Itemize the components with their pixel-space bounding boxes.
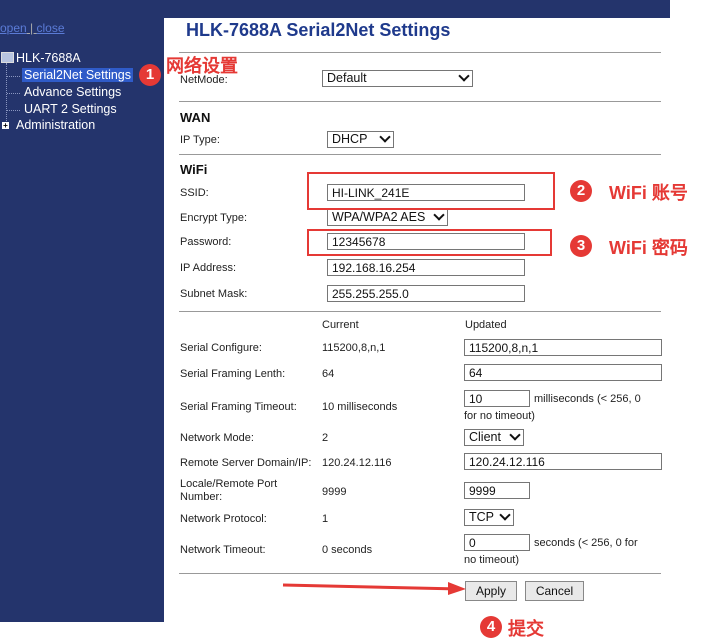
tree-toggle-links: open | close [0, 21, 65, 35]
subnet-mask-label: Subnet Mask: [180, 288, 248, 300]
wifi-heading: WiFi [180, 162, 208, 177]
serial-configure-label: Serial Configure: [180, 342, 262, 354]
expand-plus-icon[interactable]: + [2, 122, 9, 130]
chevron-down-icon [499, 509, 511, 521]
remote-server-input[interactable]: 120.24.12.116 [464, 453, 662, 470]
chevron-down-icon [433, 209, 445, 221]
remote-server-current: 120.24.12.116 [322, 457, 392, 469]
protocol-label: Network Protocol: [180, 513, 267, 525]
divider [179, 311, 661, 312]
apply-button[interactable]: Apply [465, 581, 517, 601]
framing-length-input[interactable]: 64 [464, 364, 662, 381]
divider [179, 154, 661, 155]
ip-type-select[interactable]: DHCP [327, 131, 394, 148]
arrow-head [448, 582, 466, 595]
protocol-current: 1 [322, 513, 329, 525]
encrypt-type-select[interactable]: WPA/WPA2 AES [327, 209, 448, 226]
divider [179, 101, 661, 102]
annotation-badge-4: 4 [480, 616, 502, 638]
annotation-wifi-ssid: WiFi 账号 [609, 183, 688, 203]
tree-line [6, 63, 7, 125]
ssid-highlight-box [307, 172, 555, 210]
top-banner [164, 0, 670, 18]
divider [179, 573, 661, 574]
annotation-badge-2: 2 [570, 180, 592, 202]
updated-header: Updated [465, 319, 507, 331]
serial-configure-current: 115200,8,n,1 [322, 342, 386, 354]
framing-length-label: Serial Framing Lenth: [180, 368, 286, 380]
annotation-badge-3: 3 [570, 235, 592, 257]
divider [179, 52, 661, 53]
wan-heading: WAN [180, 110, 211, 125]
arrow-line [282, 583, 461, 591]
annotation-submit: 提交 [508, 619, 544, 639]
sidebar-item-serial2net[interactable]: Serial2Net Settings [22, 68, 134, 82]
cancel-button[interactable]: Cancel [525, 581, 584, 601]
annotation-badge-1: 1 [139, 64, 161, 86]
ip-address-label: IP Address: [180, 262, 237, 274]
close-link[interactable]: close [37, 21, 65, 35]
network-timeout-note-2: no timeout) [464, 554, 520, 566]
chevron-down-icon [509, 429, 521, 441]
tree-root-device[interactable]: HLK-7688A [16, 51, 81, 65]
port-input[interactable]: 9999 [464, 482, 530, 499]
annotation-network-settings: 网络设置 [166, 56, 238, 76]
password-label: Password: [180, 236, 232, 248]
network-timeout-note: seconds (< 256, 0 for [534, 537, 638, 549]
encrypt-type-label: Encrypt Type: [180, 212, 248, 224]
ip-address-input[interactable]: 192.168.16.254 [327, 259, 525, 276]
open-link[interactable]: open [0, 21, 27, 35]
port-current: 9999 [322, 486, 347, 498]
current-header: Current [322, 319, 359, 331]
framing-timeout-note: milliseconds (< 256, 0 [534, 393, 641, 405]
encrypt-type-value: WPA/WPA2 AES [332, 210, 426, 224]
protocol-value: TCP [469, 510, 494, 524]
network-timeout-label: Network Timeout: [180, 544, 266, 556]
tree-branch [7, 76, 20, 77]
port-label: Locale/Remote Port [180, 478, 278, 490]
password-highlight-box [307, 229, 552, 256]
netmode-select[interactable]: Default [322, 70, 473, 87]
tree-branch [7, 110, 20, 111]
page-title: HLK-7688A Serial2Net Settings [186, 20, 451, 40]
remote-server-label: Remote Server Domain/IP: [180, 457, 312, 469]
framing-timeout-label: Serial Framing Timeout: [180, 401, 297, 413]
network-mode-value: Client [469, 430, 501, 444]
protocol-select[interactable]: TCP [464, 509, 514, 526]
chevron-down-icon [379, 131, 391, 143]
network-mode-current: 2 [322, 432, 329, 444]
computer-icon [1, 52, 14, 63]
framing-length-current: 64 [322, 368, 335, 380]
framing-timeout-current: 10 milliseconds [322, 401, 398, 413]
arrow-icon [282, 582, 466, 595]
serial-configure-input[interactable]: 115200,8,n,1 [464, 339, 662, 356]
network-mode-label: Network Mode: [180, 432, 254, 444]
ip-type-value: DHCP [332, 132, 368, 146]
framing-timeout-input[interactable]: 10 [464, 390, 530, 407]
network-mode-select[interactable]: Client [464, 429, 524, 446]
annotation-wifi-password: WiFi 密码 [609, 238, 688, 258]
ssid-label: SSID: [180, 187, 209, 199]
sidebar-item-administration[interactable]: Administration [16, 118, 95, 132]
network-timeout-input[interactable]: 0 [464, 534, 530, 551]
subnet-mask-input[interactable]: 255.255.255.0 [327, 285, 525, 302]
netmode-value: Default [327, 71, 367, 85]
framing-timeout-note-2: for no timeout) [464, 410, 535, 422]
ip-type-label: IP Type: [180, 134, 220, 146]
tree-branch [7, 93, 20, 94]
network-timeout-current: 0 seconds [322, 544, 373, 556]
chevron-down-icon [458, 70, 470, 82]
sidebar-item-advance[interactable]: Advance Settings [24, 85, 121, 99]
sidebar-item-uart2[interactable]: UART 2 Settings [24, 102, 117, 116]
port-label-2: Number: [180, 491, 223, 503]
